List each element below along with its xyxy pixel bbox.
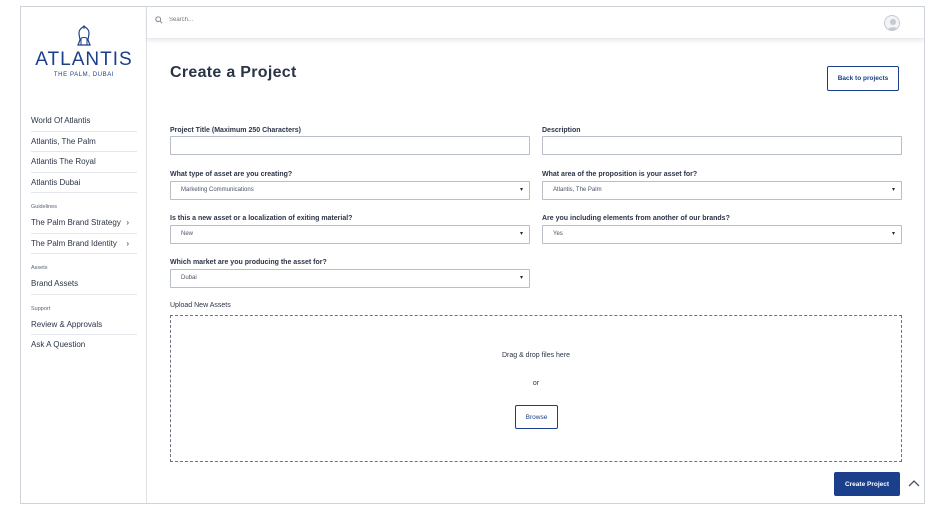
other-brands-value: Yes: [553, 231, 563, 237]
caret-down-icon: ▾: [519, 187, 523, 193]
new-asset-label: Is this a new asset or a localization of…: [170, 215, 353, 222]
sidebar-group-support: Support: [31, 305, 51, 312]
area-value: Atlantis, The Palm: [553, 187, 602, 193]
new-asset-value: New: [181, 231, 194, 237]
market-label: Which market are you producing the asset…: [170, 259, 327, 266]
sidebar-group-guidelines: Guidelines: [31, 204, 57, 210]
area-label: What area of the proposition is your ass…: [542, 171, 698, 178]
sidebar-item-ask-a-question[interactable]: Ask A Question: [31, 335, 137, 356]
new-asset-select[interactable]: New ▾: [170, 225, 530, 244]
brand-name: ATLANTIS: [35, 49, 133, 70]
upload-dropzone[interactable]: Drag & drop files here or Browse: [170, 315, 902, 462]
sidebar-item-label: The Palm Brand Strategy: [31, 218, 121, 227]
sidebar-nav: World Of Atlantis Atlantis, The Palm Atl…: [31, 111, 137, 356]
sidebar: ATLANTIS THE PALM, DUBAI World Of Atlant…: [21, 7, 147, 503]
top-bar: [147, 7, 924, 39]
asset-type-value: Marketing Communications: [181, 187, 254, 193]
sidebar-item-palm-brand-strategy[interactable]: The Palm Brand Strategy ›: [31, 213, 137, 234]
sidebar-item-atlantis-the-royal[interactable]: Atlantis The Royal: [31, 152, 137, 173]
search-bar: [155, 16, 369, 24]
description-input[interactable]: [542, 136, 902, 155]
caret-down-icon: ▾: [519, 231, 523, 237]
other-brands-select[interactable]: Yes ▾: [542, 225, 902, 244]
back-to-projects-button[interactable]: Back to projects: [827, 66, 899, 91]
sidebar-group-assets: Assets: [31, 265, 48, 271]
atlantis-logo-icon: [77, 25, 91, 46]
search-input[interactable]: [169, 17, 369, 23]
brand-subtitle: THE PALM, DUBAI: [53, 72, 115, 78]
asset-type-label: What type of asset are you creating?: [170, 171, 293, 178]
main-content: Create a Project Back to projects Projec…: [147, 39, 924, 503]
upload-label: Upload New Assets: [170, 302, 231, 309]
project-title-input[interactable]: [170, 136, 530, 155]
user-avatar-icon[interactable]: [884, 15, 900, 31]
project-title-label: Project Title (Maximum 250 Characters): [170, 127, 301, 134]
sidebar-item-palm-brand-identity[interactable]: The Palm Brand Identity ›: [31, 234, 137, 254]
caret-down-icon: ▾: [519, 275, 523, 281]
sidebar-item-atlantis-the-palm[interactable]: Atlantis, The Palm: [31, 132, 137, 152]
chevron-right-icon: ›: [126, 238, 129, 248]
description-label: Description: [542, 127, 581, 134]
sidebar-item-label: The Palm Brand Identity: [31, 238, 117, 248]
chevron-right-icon: ›: [126, 218, 129, 227]
page-title: Create a Project: [170, 64, 297, 81]
caret-down-icon: ▾: [891, 231, 895, 237]
market-select[interactable]: Dubai ▾: [170, 269, 530, 288]
search-icon: [155, 16, 163, 24]
other-brands-label: Are you including elements from another …: [542, 215, 730, 222]
area-select[interactable]: Atlantis, The Palm ▾: [542, 181, 902, 200]
chevron-up-icon[interactable]: [907, 477, 921, 491]
sidebar-item-atlantis-dubai[interactable]: Atlantis Dubai: [31, 173, 137, 193]
or-text: or: [532, 380, 540, 387]
sidebar-item-world-of-atlantis[interactable]: World Of Atlantis: [31, 111, 137, 132]
caret-down-icon: ▾: [891, 187, 895, 193]
brand-logo[interactable]: ATLANTIS THE PALM, DUBAI: [21, 25, 147, 78]
create-project-button[interactable]: Create Project: [834, 472, 900, 496]
sidebar-item-review-approvals[interactable]: Review & Approvals: [31, 315, 137, 335]
app-window: ATLANTIS THE PALM, DUBAI World Of Atlant…: [20, 6, 925, 504]
browse-button[interactable]: Browse: [515, 405, 558, 429]
drop-text: Drag & drop files here: [501, 352, 571, 359]
asset-type-select[interactable]: Marketing Communications ▾: [170, 181, 530, 200]
market-value: Dubai: [181, 275, 197, 281]
sidebar-item-brand-assets[interactable]: Brand Assets: [31, 274, 137, 295]
